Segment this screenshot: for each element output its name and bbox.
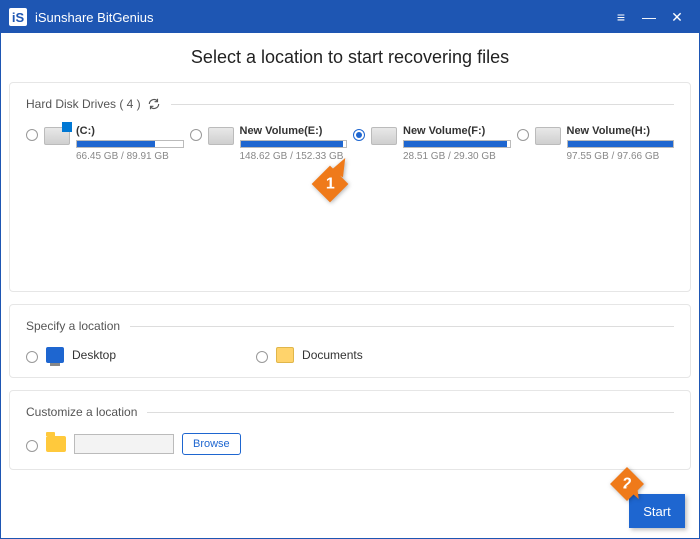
customize-section-title: Customize a location bbox=[26, 405, 137, 419]
titlebar: iS iSunshare BitGenius ≡ — ✕ bbox=[1, 1, 699, 33]
drive-icon bbox=[44, 127, 70, 145]
drive-body: New Volume(E:) 148.62 GB / 152.33 GB bbox=[240, 125, 348, 162]
documents-icon bbox=[276, 347, 294, 363]
minimize-button[interactable]: — bbox=[635, 9, 663, 25]
customize-row: Browse bbox=[26, 433, 674, 455]
page-title: Select a location to start recovering fi… bbox=[9, 47, 691, 68]
drives-panel: Hard Disk Drives ( 4 ) (C:) 66.45 GB / 89… bbox=[9, 82, 691, 292]
radio-custom[interactable] bbox=[26, 440, 38, 452]
drive-icon bbox=[535, 127, 561, 145]
drive-usage-bar bbox=[403, 140, 511, 148]
location-documents[interactable]: Documents bbox=[256, 347, 363, 363]
drive-name: New Volume(F:) bbox=[403, 125, 511, 137]
app-logo-icon: iS bbox=[9, 8, 27, 26]
browse-button[interactable]: Browse bbox=[182, 433, 241, 455]
callout-2: 2 bbox=[615, 472, 639, 496]
divider bbox=[171, 104, 674, 105]
divider bbox=[147, 412, 674, 413]
specify-section-header: Specify a location bbox=[26, 319, 674, 333]
drive-icon bbox=[208, 127, 234, 145]
custom-path-input[interactable] bbox=[74, 434, 174, 454]
drive-item[interactable]: New Volume(F:) 28.51 GB / 29.30 GB bbox=[353, 125, 511, 162]
documents-label: Documents bbox=[302, 348, 363, 362]
drive-size: 97.55 GB / 97.66 GB bbox=[567, 151, 675, 162]
divider bbox=[130, 326, 674, 327]
app-title: iSunshare BitGenius bbox=[35, 10, 607, 25]
drive-body: New Volume(H:) 97.55 GB / 97.66 GB bbox=[567, 125, 675, 162]
drive-size: 28.51 GB / 29.30 GB bbox=[403, 151, 511, 162]
specify-section-title: Specify a location bbox=[26, 319, 120, 333]
drive-usage-bar bbox=[240, 140, 348, 148]
radio-desktop[interactable] bbox=[26, 351, 38, 363]
drive-radio[interactable] bbox=[190, 129, 202, 141]
drives-section-title: Hard Disk Drives ( 4 ) bbox=[26, 97, 141, 111]
start-button[interactable]: Start bbox=[629, 494, 685, 528]
drive-usage-bar bbox=[76, 140, 184, 148]
drives-section-header: Hard Disk Drives ( 4 ) bbox=[26, 97, 674, 111]
drive-name: New Volume(E:) bbox=[240, 125, 348, 137]
location-row: Desktop Documents bbox=[26, 347, 674, 363]
content-area: Select a location to start recovering fi… bbox=[1, 33, 699, 538]
drive-icon bbox=[371, 127, 397, 145]
drive-body: New Volume(F:) 28.51 GB / 29.30 GB bbox=[403, 125, 511, 162]
drive-size: 148.62 GB / 152.33 GB bbox=[240, 151, 348, 162]
drive-item[interactable]: New Volume(E:) 148.62 GB / 152.33 GB bbox=[190, 125, 348, 162]
drive-item[interactable]: (C:) 66.45 GB / 89.91 GB bbox=[26, 125, 184, 162]
customize-panel: Customize a location Browse bbox=[9, 390, 691, 470]
desktop-icon bbox=[46, 347, 64, 363]
drive-item[interactable]: New Volume(H:) 97.55 GB / 97.66 GB bbox=[517, 125, 675, 162]
drive-radio[interactable] bbox=[517, 129, 529, 141]
customize-section-header: Customize a location bbox=[26, 405, 674, 419]
drive-name: (C:) bbox=[76, 125, 184, 137]
drive-radio[interactable] bbox=[26, 129, 38, 141]
drive-radio[interactable] bbox=[353, 129, 365, 141]
drive-usage-bar bbox=[567, 140, 675, 148]
close-button[interactable]: ✕ bbox=[663, 9, 691, 26]
folder-icon bbox=[46, 436, 66, 452]
drive-name: New Volume(H:) bbox=[567, 125, 675, 137]
desktop-label: Desktop bbox=[72, 348, 116, 362]
app-window: iS iSunshare BitGenius ≡ — ✕ Select a lo… bbox=[0, 0, 700, 539]
menu-button[interactable]: ≡ bbox=[607, 9, 635, 25]
drive-body: (C:) 66.45 GB / 89.91 GB bbox=[76, 125, 184, 162]
drives-list: (C:) 66.45 GB / 89.91 GB New Volume(E:) 148… bbox=[26, 125, 674, 162]
location-desktop[interactable]: Desktop bbox=[26, 347, 116, 363]
drive-size: 66.45 GB / 89.91 GB bbox=[76, 151, 184, 162]
specify-panel: Specify a location Desktop Documents bbox=[9, 304, 691, 378]
radio-documents[interactable] bbox=[256, 351, 268, 363]
refresh-icon[interactable] bbox=[147, 97, 161, 111]
